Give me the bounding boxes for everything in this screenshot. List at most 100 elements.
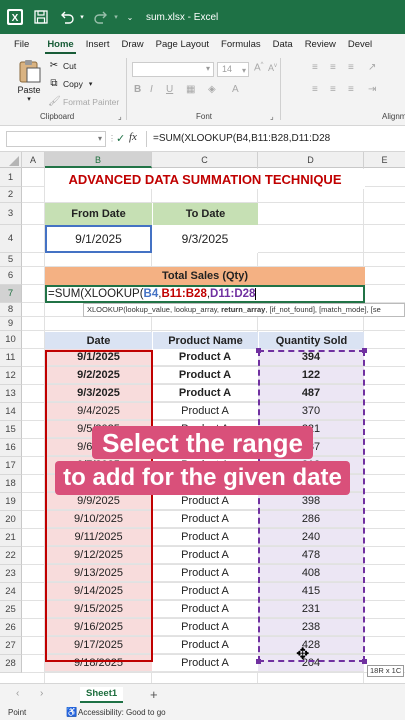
from-date-label[interactable]: From Date — [45, 203, 152, 225]
product-cell[interactable]: Product A — [152, 385, 258, 402]
row-header-1[interactable]: 1 — [0, 168, 22, 187]
column-header-e[interactable]: E — [364, 152, 405, 168]
product-cell[interactable]: Product A — [152, 565, 258, 582]
range-handle-bl[interactable] — [256, 659, 261, 664]
formula-bar-splitter-icon[interactable]: ⋮ — [108, 134, 116, 143]
to-date-value[interactable]: 9/3/2025 — [152, 225, 258, 253]
font-name-dropdown[interactable]: ▾ — [132, 62, 214, 77]
decrease-font-icon[interactable]: Av — [268, 63, 277, 73]
tab-page-layout[interactable]: Page Layout — [150, 39, 215, 54]
product-cell[interactable]: Product A — [152, 511, 258, 528]
tab-formulas[interactable]: Formulas — [215, 39, 267, 54]
date-cell[interactable]: 9/16/2025 — [45, 619, 152, 636]
column-header-c[interactable]: C — [152, 152, 258, 168]
date-cell[interactable]: 9/10/2025 — [45, 511, 152, 528]
row-header-19[interactable]: 19 — [0, 493, 22, 511]
row-header-8[interactable]: 8 — [0, 303, 22, 317]
quantity-cell[interactable]: 487 — [258, 385, 364, 402]
quantity-cell[interactable]: 394 — [258, 349, 364, 366]
add-sheet-button[interactable]: + — [150, 687, 158, 702]
date-cell[interactable]: 9/3/2025 — [45, 385, 152, 402]
tab-draw[interactable]: Draw — [115, 39, 149, 54]
font-color-icon[interactable]: A — [232, 84, 239, 95]
product-cell[interactable]: Product A — [152, 367, 258, 384]
name-box[interactable]: ▾ — [6, 131, 106, 147]
name-box-chevron-icon[interactable]: ▾ — [98, 134, 102, 143]
formula-input[interactable]: =SUM(XLOOKUP(B4,B11:B28,D11:D28 — [146, 131, 405, 147]
date-cell[interactable]: 9/9/2025 — [45, 493, 152, 510]
row-header-22[interactable]: 22 — [0, 547, 22, 565]
font-dialog-launcher-icon[interactable]: ⌟ — [270, 112, 274, 121]
column-header-d[interactable]: D — [258, 152, 364, 168]
product-cell[interactable]: Product A — [152, 601, 258, 618]
row-header-21[interactable]: 21 — [0, 529, 22, 547]
row-header-11[interactable]: 11 — [0, 349, 22, 367]
product-cell[interactable]: Product A — [152, 529, 258, 546]
date-cell[interactable]: 9/15/2025 — [45, 601, 152, 618]
undo-icon[interactable] — [56, 6, 78, 28]
tab-insert[interactable]: Insert — [80, 39, 116, 54]
column-header-a[interactable]: A — [22, 152, 45, 168]
tab-developer[interactable]: Devel — [342, 39, 378, 54]
align-left-icon[interactable]: ≡ — [312, 84, 318, 95]
increase-font-icon[interactable]: A^ — [254, 62, 264, 73]
dialog-launcher-icon[interactable]: ⌟ — [118, 112, 122, 121]
align-center-icon[interactable]: ≡ — [330, 84, 336, 95]
header-date[interactable]: Date — [45, 332, 152, 350]
date-cell[interactable]: 9/2/2025 — [45, 367, 152, 384]
cut-button[interactable]: ✂ Cut — [48, 60, 76, 71]
row-header-23[interactable]: 23 — [0, 565, 22, 583]
scroll-right-icon[interactable]: › — [40, 688, 43, 699]
quantity-cell[interactable]: 398 — [258, 493, 364, 510]
align-top-icon[interactable]: ≡ — [312, 62, 318, 73]
row-header-12[interactable]: 12 — [0, 367, 22, 385]
header-product-name[interactable]: Product Name — [152, 332, 258, 350]
format-painter-button[interactable]: 🖌 Format Painter — [48, 96, 119, 107]
quantity-cell[interactable]: 428 — [258, 637, 364, 654]
paste-button[interactable]: Paste ▾ — [12, 58, 46, 106]
sheet-tab-sheet1[interactable]: Sheet1 — [80, 687, 124, 703]
sheet-title[interactable]: ADVANCED DATA SUMMATION TECHNIQUE — [45, 169, 365, 189]
product-cell[interactable]: Product A — [152, 547, 258, 564]
quantity-cell[interactable]: 122 — [258, 367, 364, 384]
date-cell[interactable]: 9/12/2025 — [45, 547, 152, 564]
accessibility-icon[interactable]: ♿ — [66, 707, 77, 718]
product-cell[interactable]: Product A — [152, 493, 258, 510]
from-date-value[interactable]: 9/1/2025 — [45, 225, 152, 253]
date-cell[interactable]: 9/14/2025 — [45, 583, 152, 600]
align-bottom-icon[interactable]: ≡ — [348, 62, 354, 73]
tab-home[interactable]: Home — [41, 39, 79, 54]
font-size-dropdown[interactable]: 14 ▾ — [217, 62, 249, 77]
row-header-14[interactable]: 14 — [0, 403, 22, 421]
range-handle-tr[interactable] — [362, 348, 367, 353]
date-cell[interactable]: 9/1/2025 — [45, 349, 152, 366]
undo-dropdown-icon[interactable]: ▾ — [78, 6, 86, 28]
date-cell[interactable]: 9/11/2025 — [45, 529, 152, 546]
header-quantity-sold[interactable]: Quantity Sold — [258, 332, 364, 350]
italic-button[interactable]: I — [150, 84, 153, 95]
row-header-5[interactable]: 5 — [0, 253, 22, 267]
quantity-cell[interactable]: 370 — [258, 403, 364, 420]
row-header-9[interactable]: 9 — [0, 317, 22, 331]
row-header-6[interactable]: 6 — [0, 267, 22, 285]
date-cell[interactable]: 9/4/2025 — [45, 403, 152, 420]
row-header-7[interactable]: 7 — [0, 285, 22, 303]
quantity-cell[interactable]: 408 — [258, 565, 364, 582]
quantity-cell[interactable]: 240 — [258, 529, 364, 546]
row-header-4[interactable]: 4 — [0, 225, 22, 253]
tab-file[interactable]: File — [0, 39, 41, 54]
product-cell[interactable]: Product A — [152, 349, 258, 366]
total-sales-label[interactable]: Total Sales (Qty) — [45, 267, 365, 285]
product-cell[interactable]: Product A — [152, 637, 258, 654]
row-header-27[interactable]: 27 — [0, 637, 22, 655]
bold-button[interactable]: B — [134, 84, 141, 95]
product-cell[interactable]: Product A — [152, 619, 258, 636]
date-cell[interactable]: 9/13/2025 — [45, 565, 152, 582]
quantity-cell[interactable]: 286 — [258, 511, 364, 528]
row-header-28[interactable]: 28 — [0, 655, 22, 673]
qat-customize-icon[interactable]: ⌄ — [124, 6, 136, 28]
date-cell[interactable]: 9/18/2025 — [45, 655, 152, 672]
row-header-24[interactable]: 24 — [0, 583, 22, 601]
function-tooltip[interactable]: XLOOKUP(lookup_value, lookup_array, retu… — [83, 303, 405, 317]
row-header-26[interactable]: 26 — [0, 619, 22, 637]
